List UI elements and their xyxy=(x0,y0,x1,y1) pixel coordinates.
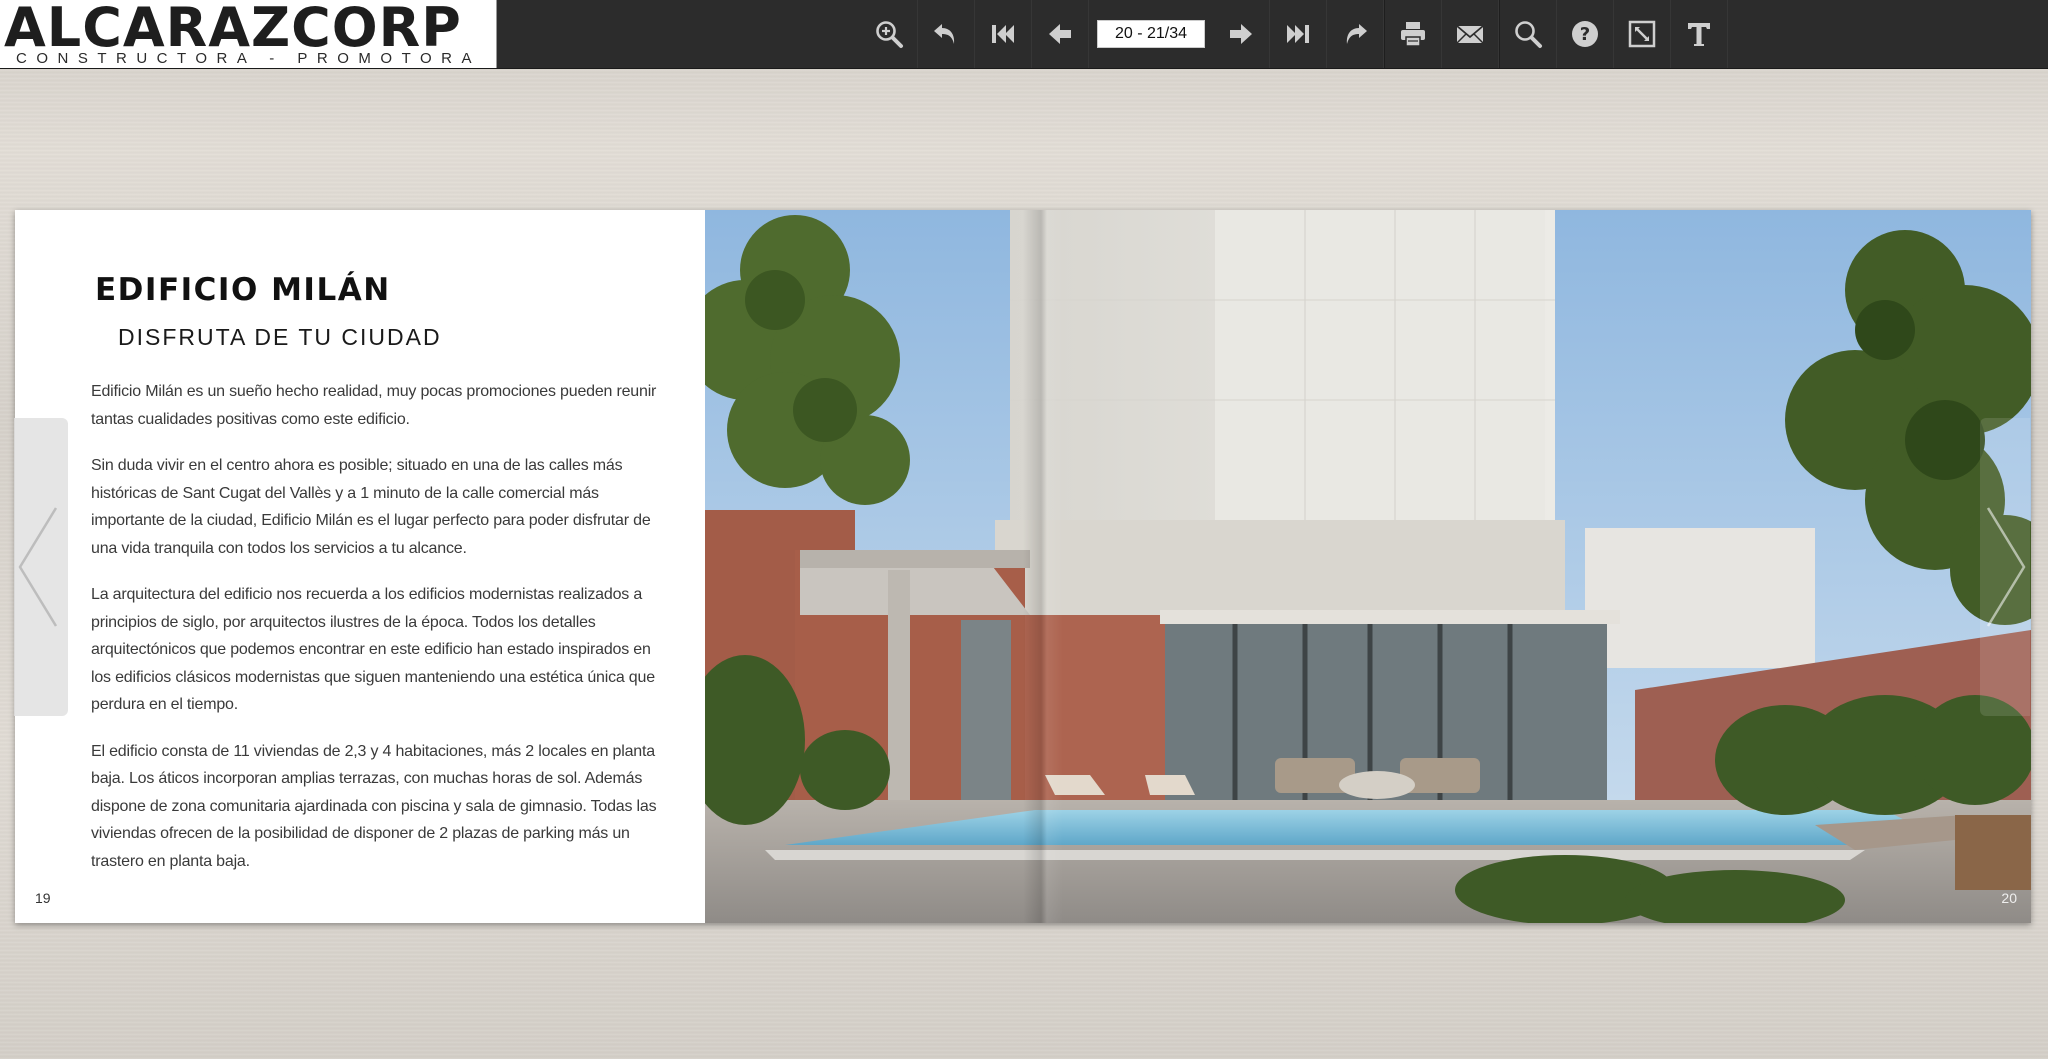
brand-tagline: CONSTRUCTORA - PROMOTORA xyxy=(16,50,481,67)
paragraph: La arquitectura del edificio nos recuerd… xyxy=(91,586,655,713)
toolbar-controls: ? xyxy=(861,0,1728,68)
search-icon xyxy=(1515,21,1542,48)
undo-button[interactable] xyxy=(918,0,975,68)
prev-page-icon xyxy=(1049,24,1071,44)
page-right-photo: 20 xyxy=(705,210,2031,923)
svg-text:?: ? xyxy=(1580,24,1590,45)
fullscreen-button[interactable] xyxy=(1614,0,1671,68)
text-icon xyxy=(1688,23,1710,46)
zoom-in-icon xyxy=(876,21,903,48)
page-body: Edificio Milán es un sueño hecho realida… xyxy=(91,378,661,894)
top-toolbar: ALCARAZCORP CONSTRUCTORA - PROMOTORA 20 … xyxy=(0,0,2048,69)
page-subtitle: DISFRUTA DE TU CIUDAD xyxy=(118,324,442,350)
page-left: EDIFICIO MILÁN DISFRUTA DE TU CIUDAD Edi… xyxy=(15,210,705,923)
prev-page-button[interactable] xyxy=(1032,0,1089,68)
first-page-button[interactable] xyxy=(975,0,1032,68)
chevron-right-icon xyxy=(1986,507,2026,627)
paragraph: Sin duda vivir en el centro ahora es pos… xyxy=(91,457,651,557)
last-page-button[interactable] xyxy=(1270,0,1327,68)
paragraph: Edificio Milán es un sueño hecho realida… xyxy=(91,383,657,428)
help-icon: ? xyxy=(1572,21,1598,47)
chevron-left-icon xyxy=(18,507,58,627)
previous-spread-button[interactable] xyxy=(14,418,68,716)
building-pool-photo xyxy=(705,210,2031,923)
fullscreen-icon xyxy=(1628,20,1656,48)
redo-icon xyxy=(1346,24,1367,44)
zoom-in-button[interactable] xyxy=(861,0,918,68)
text-mode-button[interactable] xyxy=(1671,0,1728,68)
brand-logo[interactable]: ALCARAZCORP CONSTRUCTORA - PROMOTORA xyxy=(0,0,497,68)
page-number-input[interactable] xyxy=(1097,20,1205,48)
email-button[interactable] xyxy=(1442,0,1499,68)
next-spread-button[interactable] xyxy=(1980,418,2030,716)
help-button[interactable]: ? xyxy=(1557,0,1614,68)
print-button[interactable] xyxy=(1384,0,1442,68)
page-number-left: 19 xyxy=(35,890,51,906)
last-page-icon xyxy=(1287,25,1309,43)
search-button[interactable] xyxy=(1499,0,1557,68)
undo-icon xyxy=(934,24,955,44)
book-spine-shadow xyxy=(1023,210,1063,923)
page-number-right: 20 xyxy=(2001,890,2017,906)
paragraph: El edificio consta de 11 viviendas de 2,… xyxy=(91,742,657,870)
print-icon xyxy=(1401,22,1425,47)
page-title: EDIFICIO MILÁN xyxy=(95,272,391,308)
redo-button[interactable] xyxy=(1327,0,1384,68)
next-page-button[interactable] xyxy=(1213,0,1270,68)
flipbook-spread: EDIFICIO MILÁN DISFRUTA DE TU CIUDAD Edi… xyxy=(15,210,2031,923)
email-icon xyxy=(1456,25,1484,44)
first-page-icon xyxy=(992,25,1014,43)
next-page-icon xyxy=(1230,24,1252,44)
